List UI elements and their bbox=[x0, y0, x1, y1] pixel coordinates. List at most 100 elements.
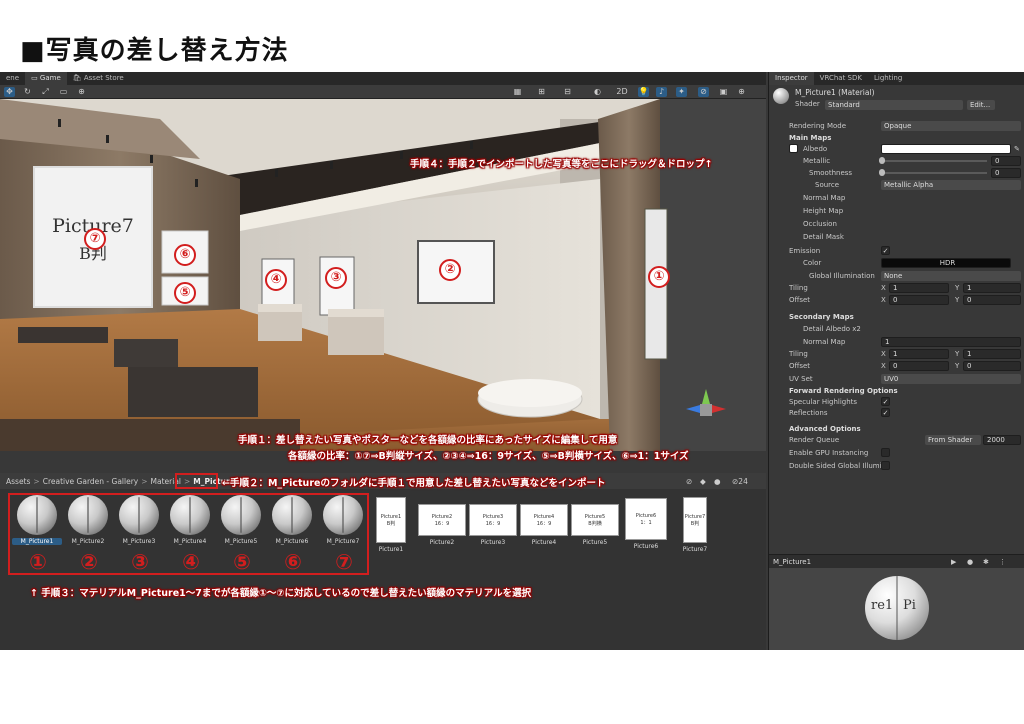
mode-2d-button[interactable]: 2D bbox=[614, 87, 630, 97]
hidden-count-icon[interactable]: ⊘24 bbox=[732, 477, 748, 486]
detail-albedo-label[interactable]: Detail Albedo x2 bbox=[803, 323, 861, 335]
tab-asset-store[interactable]: 🛍 Asset Store bbox=[67, 72, 130, 85]
light-icon[interactable]: ✱ bbox=[983, 555, 989, 569]
tiling2-y[interactable]: 1 bbox=[963, 349, 1021, 359]
tiling-y[interactable]: 1 bbox=[963, 283, 1021, 293]
height-map-label[interactable]: Height Map bbox=[803, 205, 843, 217]
tab-scene[interactable]: ene bbox=[0, 72, 25, 85]
material-marker-5: ⑤ bbox=[233, 550, 251, 574]
offset-label: Offset bbox=[789, 296, 811, 304]
eyedropper-icon[interactable]: ✎ bbox=[1014, 143, 1020, 155]
metallic-value[interactable]: 0 bbox=[991, 156, 1021, 166]
source-label: Source bbox=[815, 181, 840, 189]
texture-label: Picture4 bbox=[531, 539, 557, 546]
annotation-step1: 手順１：差し替えたい写真やポスターなどを各額縁の比率にあったサイズに編集して用意 bbox=[238, 435, 618, 446]
reflections-checkbox[interactable]: ✓ bbox=[881, 408, 890, 417]
offset-y[interactable]: 0 bbox=[963, 295, 1021, 305]
star-icon[interactable]: ● bbox=[714, 477, 721, 486]
effects-icon[interactable]: ✦ bbox=[676, 87, 687, 97]
shading-icon[interactable]: ◐ bbox=[592, 87, 603, 97]
occlusion-label[interactable]: Occlusion bbox=[803, 218, 837, 230]
rotate-tool-icon[interactable]: ↻ bbox=[22, 87, 33, 97]
sphere-mode-icon[interactable]: ● bbox=[967, 555, 973, 569]
lock-icon[interactable]: ⊘ bbox=[686, 477, 692, 486]
rect-tool-icon[interactable]: ▭ bbox=[58, 87, 69, 97]
tab-vrchat-sdk[interactable]: VRChat SDK bbox=[814, 72, 868, 85]
play-icon[interactable]: ▶ bbox=[951, 555, 956, 569]
global-illumination-dropdown[interactable]: None bbox=[881, 271, 1021, 281]
hand-tool-icon[interactable]: ✥ bbox=[4, 87, 15, 97]
edit-button[interactable]: Edit... bbox=[967, 100, 995, 110]
lighting-icon[interactable]: 💡 bbox=[638, 87, 649, 97]
texture-thumbnail: Picture2 16：9 bbox=[419, 505, 465, 535]
uv-set-label: UV Set bbox=[789, 375, 813, 383]
normal-map-label[interactable]: Normal Map bbox=[803, 192, 845, 204]
texture-asset-4[interactable]: Picture4 16：9 Picture4 bbox=[519, 495, 569, 546]
texture-asset-5[interactable]: Picture5 B判横 Picture5 bbox=[570, 495, 620, 546]
albedo-color-field[interactable] bbox=[881, 144, 1011, 154]
snap-icon[interactable]: ⊞ bbox=[536, 87, 547, 97]
texture-asset-6[interactable]: Picture6 1：1 Picture6 bbox=[621, 495, 671, 550]
texture-thumbnail: Picture1 B判 bbox=[377, 498, 405, 542]
texture-asset-2[interactable]: Picture2 16：9 Picture2 bbox=[417, 495, 467, 546]
metallic-slider[interactable] bbox=[881, 160, 987, 162]
source-dropdown[interactable]: Metallic Alpha bbox=[881, 180, 1021, 190]
shader-dropdown[interactable]: Standard bbox=[825, 100, 963, 110]
frame-marker-2: ② bbox=[439, 259, 461, 281]
thumb-text2: B判横 bbox=[588, 520, 602, 527]
visibility-icon[interactable]: ⊘ bbox=[698, 87, 709, 97]
row-albedo: Albedo ✎ bbox=[769, 143, 1024, 155]
grid-icon[interactable]: ▦ bbox=[512, 87, 523, 97]
metallic-slider-knob[interactable] bbox=[879, 157, 885, 164]
frame-marker-3: ③ bbox=[325, 267, 347, 289]
detail-mask-label[interactable]: Detail Mask bbox=[803, 231, 844, 243]
metallic-label: Metallic bbox=[803, 157, 831, 165]
scale-tool-icon[interactable]: ⤢ bbox=[40, 87, 51, 97]
row-occlusion: Occlusion bbox=[769, 218, 1024, 230]
double-sided-checkbox[interactable] bbox=[881, 461, 890, 470]
offset2-y[interactable]: 0 bbox=[963, 361, 1021, 371]
smoothness-value[interactable]: 0 bbox=[991, 168, 1021, 178]
transform-tool-icon[interactable]: ⊕ bbox=[76, 87, 87, 97]
annotation-step3: ↑ 手順３：マテリアルM_Picture1～7までが各額縁①～⑦に対応しているの… bbox=[30, 588, 532, 599]
specular-checkbox[interactable]: ✓ bbox=[881, 397, 890, 406]
normal-map2-label[interactable]: Normal Map bbox=[803, 336, 845, 348]
tab-lighting[interactable]: Lighting bbox=[868, 72, 908, 85]
texture-asset-7[interactable]: Picture7 B判 Picture7 bbox=[670, 495, 720, 553]
emission-checkbox[interactable]: ✓ bbox=[881, 246, 890, 255]
tab-game[interactable]: ▭ Game bbox=[25, 72, 67, 85]
filter-icon[interactable]: ◆ bbox=[700, 477, 706, 486]
smoothness-slider-knob[interactable] bbox=[879, 169, 885, 176]
rendering-mode-dropdown[interactable]: Opaque bbox=[881, 121, 1021, 131]
render-queue-dropdown[interactable]: From Shader bbox=[925, 435, 981, 445]
material-preview: re1 Pi bbox=[769, 568, 1024, 650]
normal-map2-value[interactable]: 1 bbox=[881, 337, 1021, 347]
row-reflections: Reflections ✓ bbox=[769, 407, 1024, 419]
emission-color-field[interactable]: HDR bbox=[881, 258, 1011, 268]
increment-icon[interactable]: ⊟ bbox=[562, 87, 573, 97]
gpu-instancing-checkbox[interactable] bbox=[881, 448, 890, 457]
camera-icon[interactable]: ▣ bbox=[718, 87, 729, 97]
scene-tab-bar: ene ▭ Game 🛍 Asset Store bbox=[0, 72, 766, 85]
smoothness-slider[interactable] bbox=[881, 172, 987, 174]
tiling-x[interactable]: 1 bbox=[889, 283, 949, 293]
tiling2-x[interactable]: 1 bbox=[889, 349, 949, 359]
color-label: Color bbox=[803, 259, 822, 267]
preview-options-icon[interactable]: ⋮ bbox=[999, 555, 1006, 569]
audio-icon[interactable]: ♪ bbox=[656, 87, 667, 97]
row-tiling2: Tiling X 1 Y 1 bbox=[769, 348, 1024, 360]
offset-x[interactable]: 0 bbox=[889, 295, 949, 305]
texture-asset-1[interactable]: Picture1 B判 Picture1 bbox=[366, 495, 416, 553]
tab-inspector[interactable]: Inspector bbox=[769, 72, 814, 85]
scene-toolbar: ✥ ↻ ⤢ ▭ ⊕ ▦ ⊞ ⊟ ◐ 2D 💡 ♪ ✦ ⊘ ▣ ⊕ bbox=[0, 85, 766, 99]
gizmos-icon[interactable]: ⊕ bbox=[736, 87, 747, 97]
texture-label: Picture2 bbox=[429, 539, 455, 546]
offset2-x[interactable]: 0 bbox=[889, 361, 949, 371]
breadcrumb-creative-garden[interactable]: Creative Garden - Gallery bbox=[43, 477, 139, 486]
texture-asset-3[interactable]: Picture3 16：9 Picture3 bbox=[468, 495, 518, 546]
render-queue-value[interactable]: 2000 bbox=[983, 435, 1021, 445]
albedo-slot[interactable] bbox=[789, 144, 798, 153]
folder-highlight-box bbox=[175, 473, 218, 489]
breadcrumb-assets[interactable]: Assets bbox=[6, 477, 30, 486]
uv-set-dropdown[interactable]: UV0 bbox=[881, 374, 1021, 384]
